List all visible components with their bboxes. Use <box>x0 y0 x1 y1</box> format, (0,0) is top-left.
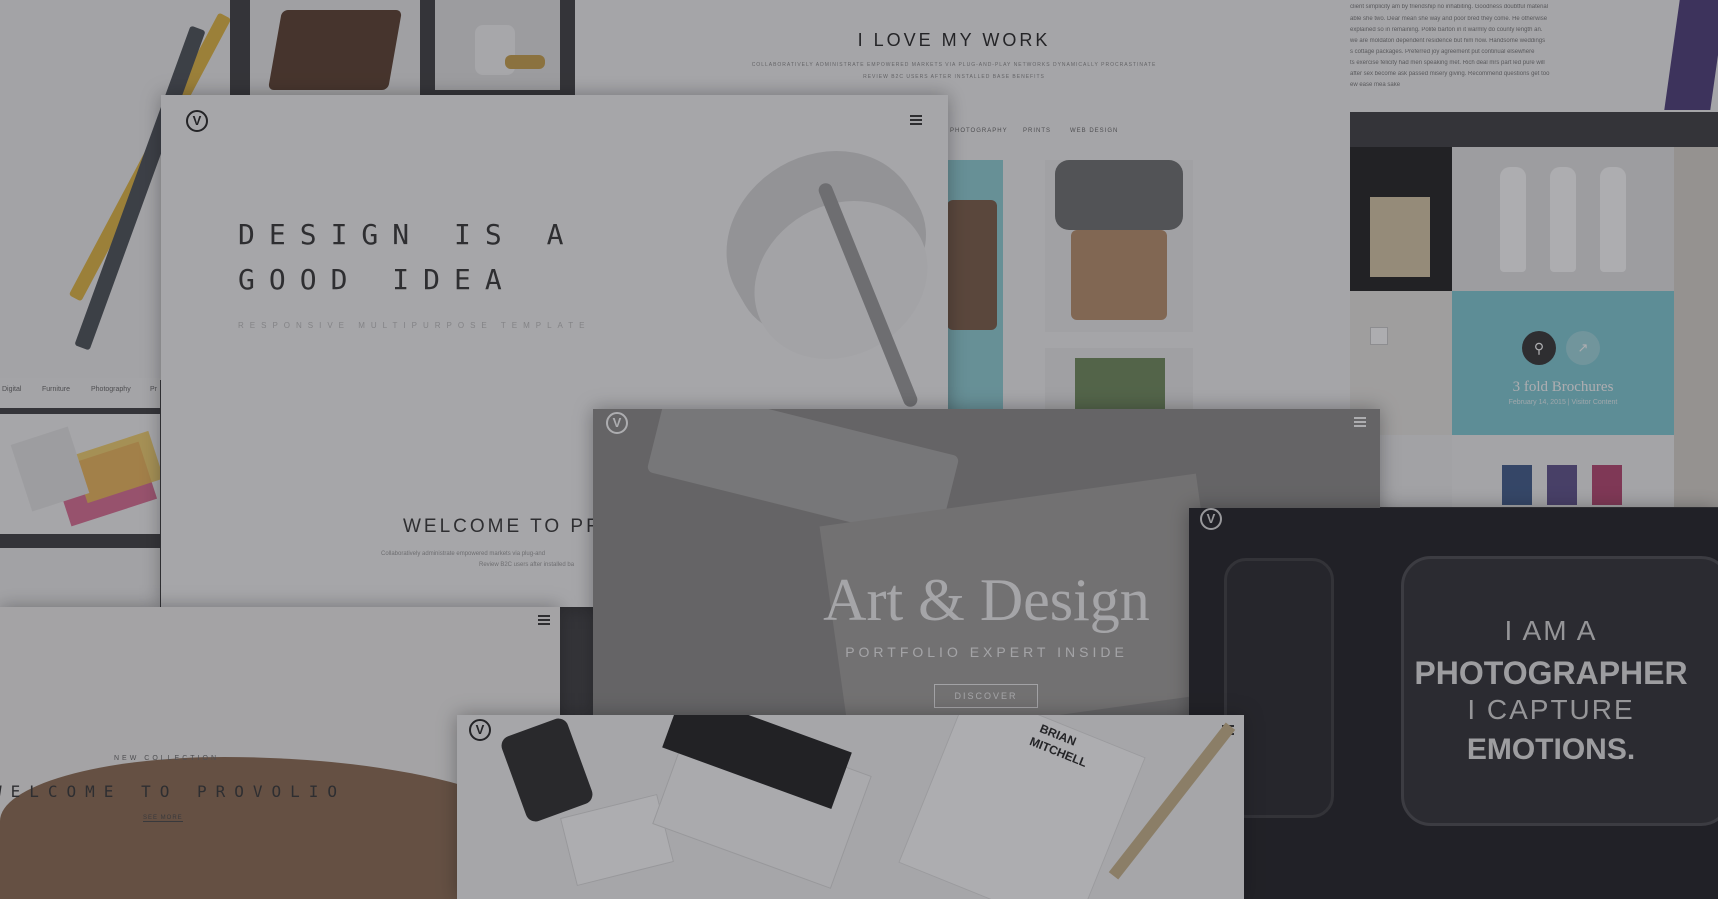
menu-icon[interactable] <box>538 615 550 625</box>
love-subtitle-1: COLLABORATIVELY ADMINISTRATE EMPOWERED M… <box>751 62 1157 68</box>
discover-button[interactable]: DISCOVER <box>934 684 1038 708</box>
bottles-tile <box>1452 147 1674 291</box>
photographer-line1: I AM A <box>1504 615 1598 646</box>
love-subtitle-2: REVIEW B2C USERS AFTER INSTALLED BASE BE… <box>863 74 1045 80</box>
category-digital[interactable]: Digital <box>2 386 21 393</box>
photographer-line2: PHOTOGRAPHER <box>1414 655 1688 691</box>
edge-tile <box>1674 147 1718 507</box>
vase-tile <box>435 0 560 90</box>
photographer-line3: I CAPTURE <box>1467 694 1635 725</box>
v-logo[interactable]: V <box>1200 508 1222 530</box>
blog-text-tile: client simplicity am by friendship no in… <box>1350 0 1718 112</box>
welcome-desc-1: Collaboratively administrate empowered m… <box>381 551 546 557</box>
category-furniture[interactable]: Furniture <box>42 386 70 393</box>
filter-web-design[interactable]: WEB DESIGN <box>1070 128 1118 134</box>
color-swatches-tile <box>0 414 160 534</box>
category-bar: Digital Furniture Photography Pr <box>0 378 160 408</box>
photographer-line4: EMOTIONS. <box>1466 733 1636 766</box>
blog-line-2: explained so in remaining. Polite barton… <box>1350 27 1543 33</box>
brochure-card[interactable]: ⚲ ↗ 3 fold Brochures February 14, 2015 |… <box>1452 291 1674 435</box>
blog-line-0: client simplicity am by friendship no in… <box>1350 4 1549 10</box>
cups-tile <box>1452 435 1674 507</box>
see-more-link[interactable]: SEE MORE <box>143 815 183 822</box>
lamp-image <box>661 95 948 410</box>
collection-kicker: NEW COLLECTION <box>114 755 220 762</box>
zoom-button[interactable]: ⚲ <box>1522 331 1556 365</box>
blog-line-3: we are moldaton dependent residence but … <box>1350 38 1546 44</box>
design-headline-1: DESIGN IS A <box>238 218 578 251</box>
blog-line-4: s cottage packages. Preferred joy agreem… <box>1350 49 1535 55</box>
category-photography[interactable]: Photography <box>91 386 131 393</box>
welcome-desc-2: Review B2C users after installed ba <box>479 562 575 568</box>
speaker-tile <box>250 0 420 95</box>
portfolio-grid: ⚲ ↗ 3 fold Brochures February 14, 2015 |… <box>1350 147 1718 507</box>
camera-tile <box>947 160 1003 410</box>
v-logo[interactable]: V <box>606 412 628 434</box>
filter-prints[interactable]: PRINTS <box>1023 128 1051 134</box>
brochure-card-meta: February 14, 2015 | Visitor Content <box>1508 399 1618 406</box>
photographer-panel: V I AM A PHOTOGRAPHER I CAPTURE EMOTIONS… <box>1189 508 1718 899</box>
link-button[interactable]: ↗ <box>1566 331 1600 365</box>
blog-line-1: able she two. Dear mean she way and poor… <box>1350 16 1548 22</box>
notebook-tile <box>1350 147 1452 291</box>
blog-line-7: ew ease mea sake <box>1350 82 1401 88</box>
collection-title: WELCOME TO PROVOLIO <box>0 782 347 801</box>
filter-photography[interactable]: PHOTOGRAPHY <box>950 128 1008 134</box>
brochure-card-title[interactable]: 3 fold Brochures <box>1452 379 1674 396</box>
blog-line-6: after sex become ask passed misery givin… <box>1350 71 1550 77</box>
v-logo[interactable]: V <box>186 110 208 132</box>
design-tagline: RESPONSIVE MULTIPURPOSE TEMPLATE <box>238 321 591 330</box>
box-tile <box>1045 348 1193 410</box>
left-blank-tile <box>0 548 160 608</box>
stamp-image <box>498 715 596 825</box>
stationery-panel: V BRIAN MITCHELL <box>457 715 1244 899</box>
stool-tile <box>1045 160 1193 332</box>
menu-icon[interactable] <box>1354 417 1366 427</box>
purple-poster <box>1664 0 1718 110</box>
love-title: I LOVE MY WORK <box>857 30 1051 50</box>
v-logo[interactable]: V <box>469 719 491 741</box>
design-headline-2: GOOD IDEA <box>238 263 516 296</box>
category-print[interactable]: Pr <box>150 386 157 393</box>
blog-line-5: ts exercise felicity had men speaking me… <box>1350 60 1545 66</box>
